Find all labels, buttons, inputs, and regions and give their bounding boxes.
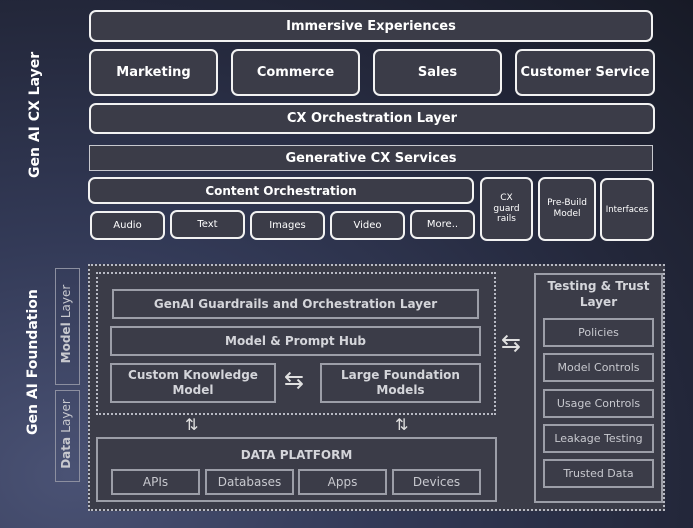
- data-platform-apps: Apps: [298, 469, 387, 495]
- data-layer-rest: Layer: [59, 399, 73, 433]
- trust-policies: Policies: [543, 318, 654, 347]
- trust-usage-controls: Usage Controls: [543, 389, 654, 418]
- pre-build-model-box: Pre-Build Model: [538, 177, 596, 241]
- data-layer-tab: Data Layer: [55, 390, 80, 482]
- interfaces-box: Interfaces: [600, 178, 654, 241]
- model-prompt-hub-box: Model & Prompt Hub: [110, 326, 481, 356]
- cx-layer-label: Gen AI CX Layer: [27, 51, 43, 178]
- trust-bidirectional-arrow-icon: ⇆: [501, 329, 522, 357]
- testing-trust-title: Testing & Trust Layer: [547, 279, 650, 309]
- channel-commerce: Commerce: [231, 49, 360, 96]
- channel-customer-service: Customer Service: [515, 49, 655, 96]
- cx-orchestration-layer-box: CX Orchestration Layer: [89, 103, 655, 134]
- immersive-experiences-box: Immersive Experiences: [89, 10, 653, 42]
- model-layer-bold: Model: [59, 322, 73, 364]
- channel-sales: Sales: [373, 49, 502, 96]
- content-type-images: Images: [250, 211, 325, 240]
- vertical-arrow-icon-right: ⇅: [395, 415, 409, 434]
- content-type-text: Text: [170, 210, 245, 239]
- genai-guardrails-box: GenAI Guardrails and Orchestration Layer: [112, 289, 479, 319]
- trust-leakage-testing: Leakage Testing: [543, 424, 654, 453]
- cx-guardrails-box: CX guard rails: [480, 177, 533, 241]
- vertical-arrow-icon-left: ⇅: [185, 415, 199, 434]
- data-layer-bold: Data: [59, 436, 73, 469]
- foundation-label: Gen AI Foundation: [25, 289, 41, 435]
- channel-marketing: Marketing: [89, 49, 218, 96]
- content-type-video: Video: [330, 211, 405, 240]
- trust-model-controls: Model Controls: [543, 353, 654, 382]
- bidirectional-arrow-icon: ⇆: [284, 366, 305, 394]
- model-layer-rest: Layer: [59, 284, 73, 319]
- data-platform-databases: Databases: [205, 469, 294, 495]
- custom-knowledge-model-box: Custom Knowledge Model: [110, 363, 276, 403]
- trust-trusted-data: Trusted Data: [543, 459, 654, 488]
- data-platform-title: DATA PLATFORM: [240, 448, 353, 462]
- model-layer-tab: Model Layer: [55, 268, 80, 385]
- data-platform-apis: APIs: [111, 469, 200, 495]
- content-type-more: More..: [410, 210, 475, 239]
- generative-cx-services-box: Generative CX Services: [89, 145, 653, 171]
- content-type-audio: Audio: [90, 211, 165, 240]
- content-orchestration-box: Content Orchestration: [88, 177, 474, 204]
- data-platform-devices: Devices: [392, 469, 481, 495]
- large-foundation-models-box: Large Foundation Models: [320, 363, 481, 403]
